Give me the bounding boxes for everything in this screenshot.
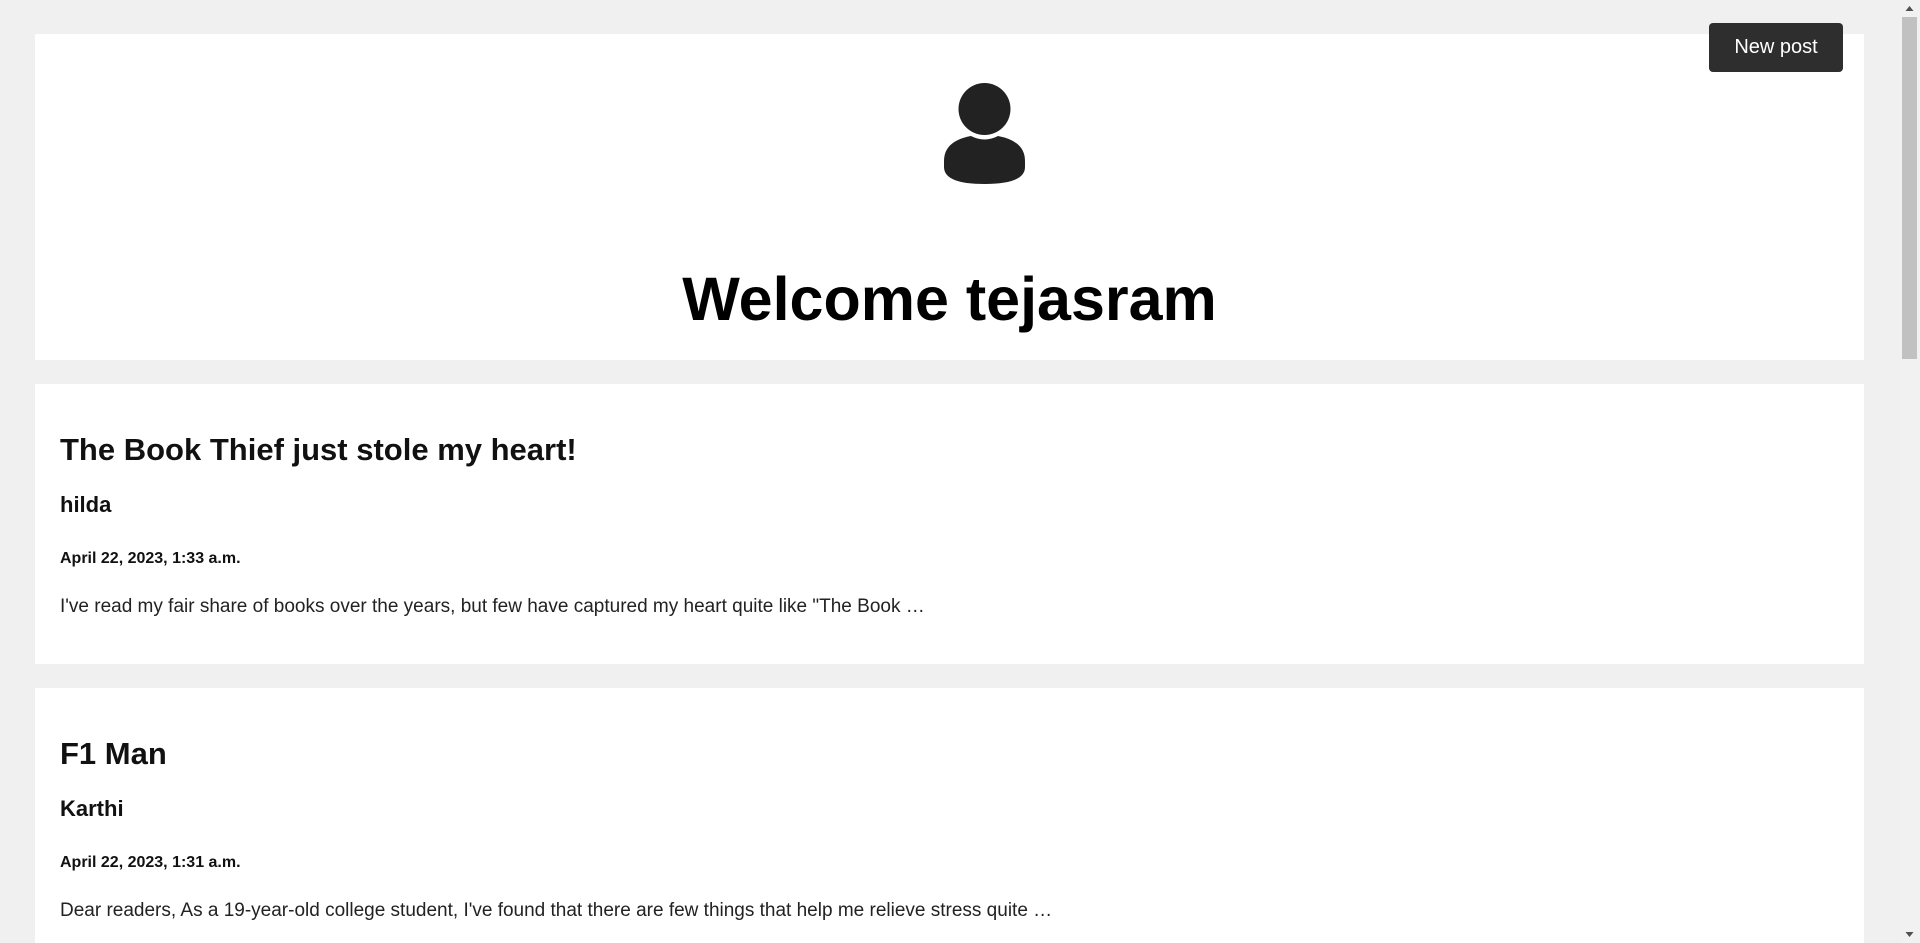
post-date: April 22, 2023, 1:33 a.m. [60, 550, 241, 567]
post-card[interactable]: The Book Thief just stole my heart! hild… [35, 384, 1864, 664]
page-content: Welcome tejasram The Book Thief just sto… [0, 0, 1899, 943]
post-author: Karthi [60, 796, 124, 821]
post-author: hilda [60, 492, 112, 517]
browser-viewport: Welcome tejasram The Book Thief just sto… [0, 0, 1920, 943]
scroll-up-arrow-icon[interactable] [1899, 0, 1920, 17]
user-avatar-icon [944, 83, 1025, 184]
post-date: April 22, 2023, 1:31 a.m. [60, 854, 241, 871]
scrollbar-thumb[interactable] [1902, 17, 1917, 359]
post-excerpt: I've read my fair share of books over th… [60, 596, 925, 617]
post-excerpt: Dear readers, As a 19-year-old college s… [60, 900, 1053, 921]
vertical-scrollbar[interactable] [1899, 0, 1920, 943]
new-post-button[interactable]: New post [1709, 23, 1843, 72]
post-card[interactable]: F1 Man Karthi April 22, 2023, 1:31 a.m. … [35, 688, 1864, 943]
welcome-title: Welcome tejasram [682, 265, 1217, 333]
scroll-down-arrow-icon[interactable] [1899, 926, 1920, 943]
post-title[interactable]: F1 Man [60, 736, 167, 772]
profile-header: Welcome tejasram [35, 34, 1864, 360]
post-title[interactable]: The Book Thief just stole my heart! [60, 432, 577, 468]
